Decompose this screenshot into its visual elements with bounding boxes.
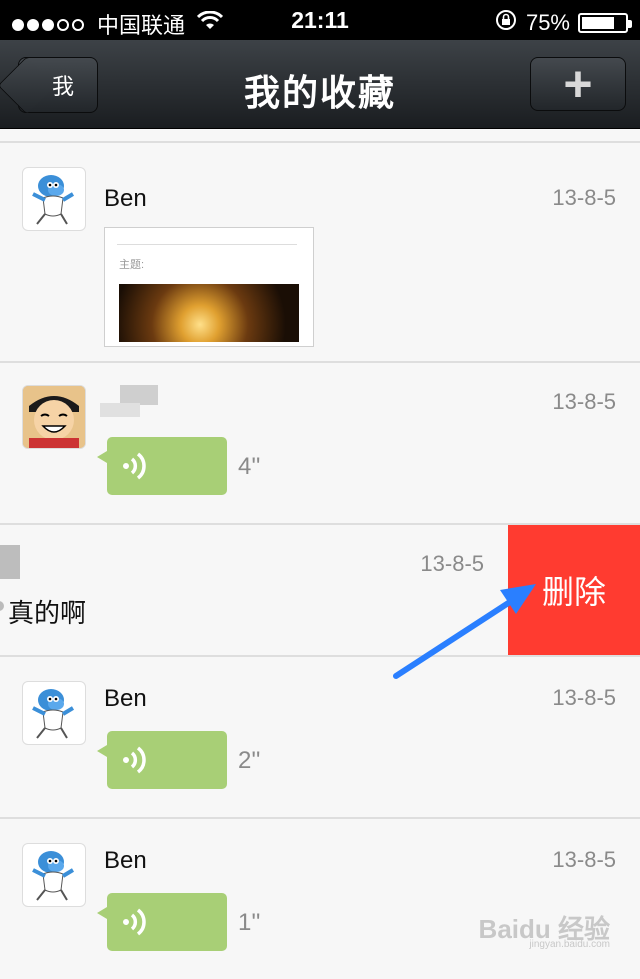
watermark-logo: Baidu 经验 jingyan.baidu.com [479,909,610,950]
annotation-arrow [393,584,536,679]
back-button-label: 我 [51,75,74,100]
watermark-url: jingyan.baidu.com [529,939,610,950]
